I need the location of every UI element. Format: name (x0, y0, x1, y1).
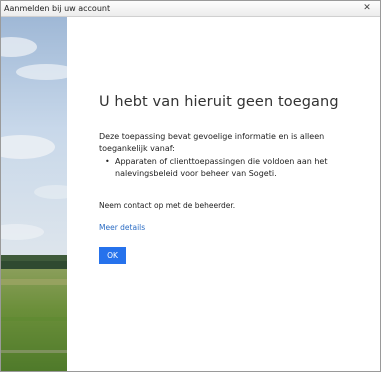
bullet-icon: • (105, 157, 110, 166)
more-details-link[interactable]: Meer details (99, 223, 145, 232)
sign-in-dialog: Aanmelden bij uw account ✕ U hebt van hi… (0, 0, 381, 372)
description-text: Deze toepassing bevat gevoelige informat… (99, 132, 325, 153)
list-item-text: Apparaten of clienttoepassingen die vold… (115, 157, 328, 178)
requirements-list: • Apparaten of clienttoepassingen die vo… (103, 156, 363, 180)
list-item: • Apparaten of clienttoepassingen die vo… (103, 156, 363, 180)
message-panel: U hebt van hieruit geen toegang Deze toe… (67, 17, 380, 371)
contact-admin-text: Neem contact op met de beheerder. (99, 201, 236, 210)
ok-button[interactable]: OK (99, 247, 126, 264)
landscape-image (1, 17, 67, 371)
page-title: U hebt van hieruit geen toegang (99, 94, 339, 110)
window-title: Aanmelden bij uw account (4, 4, 111, 13)
title-bar[interactable]: Aanmelden bij uw account ✕ (1, 1, 380, 17)
close-icon[interactable]: ✕ (357, 3, 377, 14)
